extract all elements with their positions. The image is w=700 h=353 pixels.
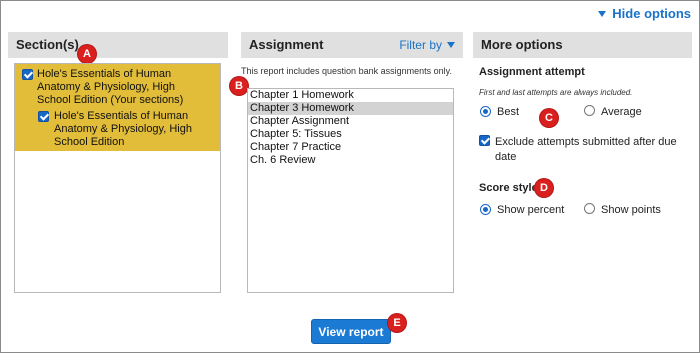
caret-down-icon xyxy=(598,10,607,17)
radio-show-percent[interactable] xyxy=(480,204,491,215)
assignment-item[interactable]: Chapter Assignment xyxy=(248,115,453,128)
assignment-list[interactable]: Chapter 1 Homework Chapter 3 Homework Ch… xyxy=(247,88,454,293)
assignment-item[interactable]: Chapter 1 Homework xyxy=(248,89,453,102)
filter-by-label: Filter by xyxy=(399,38,442,52)
filter-by-dropdown[interactable]: Filter by xyxy=(399,32,455,58)
assignment-title: Assignment xyxy=(249,37,324,52)
assignment-item-selected[interactable]: Chapter 3 Homework xyxy=(248,102,453,115)
more-options-header: More options xyxy=(473,32,692,58)
callout-badge-a: A xyxy=(78,45,96,63)
caret-down-icon xyxy=(447,42,455,48)
radio-best-label: Best xyxy=(497,106,520,118)
radio-show-points[interactable] xyxy=(584,203,595,214)
view-report-button[interactable]: View report xyxy=(311,319,391,344)
sections-list: Hole's Essentials of Human Anatomy & Phy… xyxy=(14,63,221,293)
radio-show-points-label: Show points xyxy=(601,204,661,216)
section-item-1-line2: Anatomy & Physiology, High xyxy=(37,81,175,93)
assignment-header: Assignment Filter by xyxy=(241,32,463,58)
radio-show-percent-label: Show percent xyxy=(497,204,565,216)
section-item-2-line2: Anatomy & Physiology, High xyxy=(54,123,192,135)
assignment-item[interactable]: Chapter 5: Tissues xyxy=(248,128,453,141)
hide-options-link[interactable]: Hide options xyxy=(598,6,691,21)
sections-header: Section(s) xyxy=(8,32,228,58)
assignment-item[interactable]: Ch. 6 Review xyxy=(248,154,453,167)
section-item-2-line1: Hole's Essentials of Human xyxy=(54,110,189,122)
attempt-note: First and last attempts are always inclu… xyxy=(479,88,633,97)
assignment-note: This report includes question bank assig… xyxy=(241,66,452,76)
section-item-1-line1: Hole's Essentials of Human xyxy=(37,68,172,80)
section-item-2[interactable]: Hole's Essentials of Human Anatomy & Phy… xyxy=(54,110,192,149)
section-item-1[interactable]: Hole's Essentials of Human Anatomy & Phy… xyxy=(37,68,183,107)
score-style-title: Score style xyxy=(479,182,538,194)
exclude-late-line1: Exclude attempts submitted after due xyxy=(495,136,677,148)
callout-badge-b: B xyxy=(230,77,248,95)
section-item-2-line3: School Edition xyxy=(54,136,125,148)
section-checkbox-2[interactable] xyxy=(38,111,49,122)
more-options-title: More options xyxy=(481,37,563,52)
exclude-late-label: Exclude attempts submitted after due dat… xyxy=(495,135,677,165)
radio-average[interactable] xyxy=(584,105,595,116)
assignment-item[interactable]: Chapter 7 Practice xyxy=(248,141,453,154)
callout-badge-d: D xyxy=(535,179,553,197)
exclude-late-checkbox[interactable] xyxy=(479,135,490,146)
section-checkbox-1[interactable] xyxy=(22,69,33,80)
sections-title: Section(s) xyxy=(16,37,79,52)
report-options-window: Hide options Section(s) A Hole's Essenti… xyxy=(0,0,700,353)
radio-average-label: Average xyxy=(601,106,642,118)
hide-options-label: Hide options xyxy=(612,6,691,21)
attempt-title: Assignment attempt xyxy=(479,66,585,78)
callout-badge-c: C xyxy=(540,109,558,127)
callout-badge-e: E xyxy=(388,314,406,332)
exclude-late-line2: date xyxy=(495,151,517,163)
section-item-1-line3: School Edition (Your sections) xyxy=(37,94,184,106)
radio-best[interactable] xyxy=(480,106,491,117)
